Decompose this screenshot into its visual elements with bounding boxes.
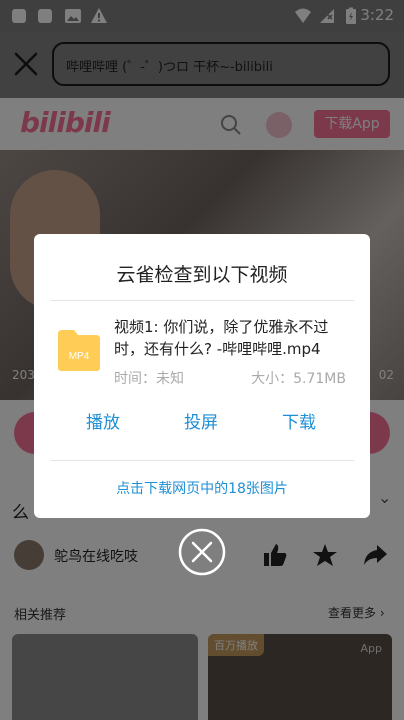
divider xyxy=(50,460,354,461)
file-size: 大小：5.71MB xyxy=(251,371,346,387)
video-detected-dialog: 云雀检查到以下视频 MP4 视频1: 你们说，除了优雅永不过时，还有什么? -哔… xyxy=(34,234,370,518)
file-name[interactable]: 视频1: 你们说，除了优雅永不过时，还有什么? -哔哩哔哩.mp4 xyxy=(114,316,358,360)
cast-button[interactable]: 投屏 xyxy=(184,408,218,433)
folder-file-icon: MP4 xyxy=(58,330,100,371)
file-type-label: MP4 xyxy=(69,351,90,362)
close-dialog-icon[interactable] xyxy=(178,528,226,576)
play-button[interactable]: 播放 xyxy=(86,408,120,433)
download-button[interactable]: 下载 xyxy=(282,408,316,433)
divider xyxy=(50,300,354,301)
file-time: 时间：未知 xyxy=(114,371,184,387)
dialog-title: 云雀检查到以下视频 xyxy=(116,264,288,286)
download-images-link[interactable]: 点击下载网页中的18张图片 xyxy=(34,478,370,498)
